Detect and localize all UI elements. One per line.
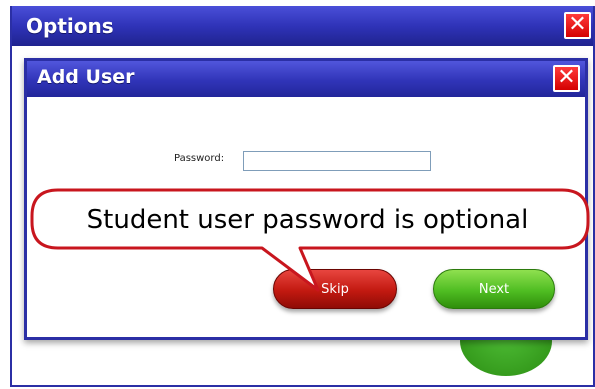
close-icon: ✕ bbox=[568, 12, 587, 37]
add-user-close-button[interactable]: ✕ bbox=[553, 65, 580, 92]
add-user-dialog-title: Add User bbox=[37, 66, 135, 88]
password-label: Password: bbox=[174, 153, 225, 164]
close-icon: ✕ bbox=[557, 65, 576, 90]
options-title-bar[interactable]: Options ✕ bbox=[12, 6, 593, 46]
skip-button[interactable]: Skip bbox=[273, 269, 397, 309]
options-close-button[interactable]: ✕ bbox=[564, 12, 591, 39]
add-user-title-bar[interactable]: Add User ✕ bbox=[27, 61, 585, 97]
password-input[interactable] bbox=[243, 151, 431, 171]
callout-text: Student user password is optional bbox=[86, 205, 529, 235]
next-button[interactable]: Next bbox=[433, 269, 555, 309]
options-window-title: Options bbox=[26, 14, 114, 38]
